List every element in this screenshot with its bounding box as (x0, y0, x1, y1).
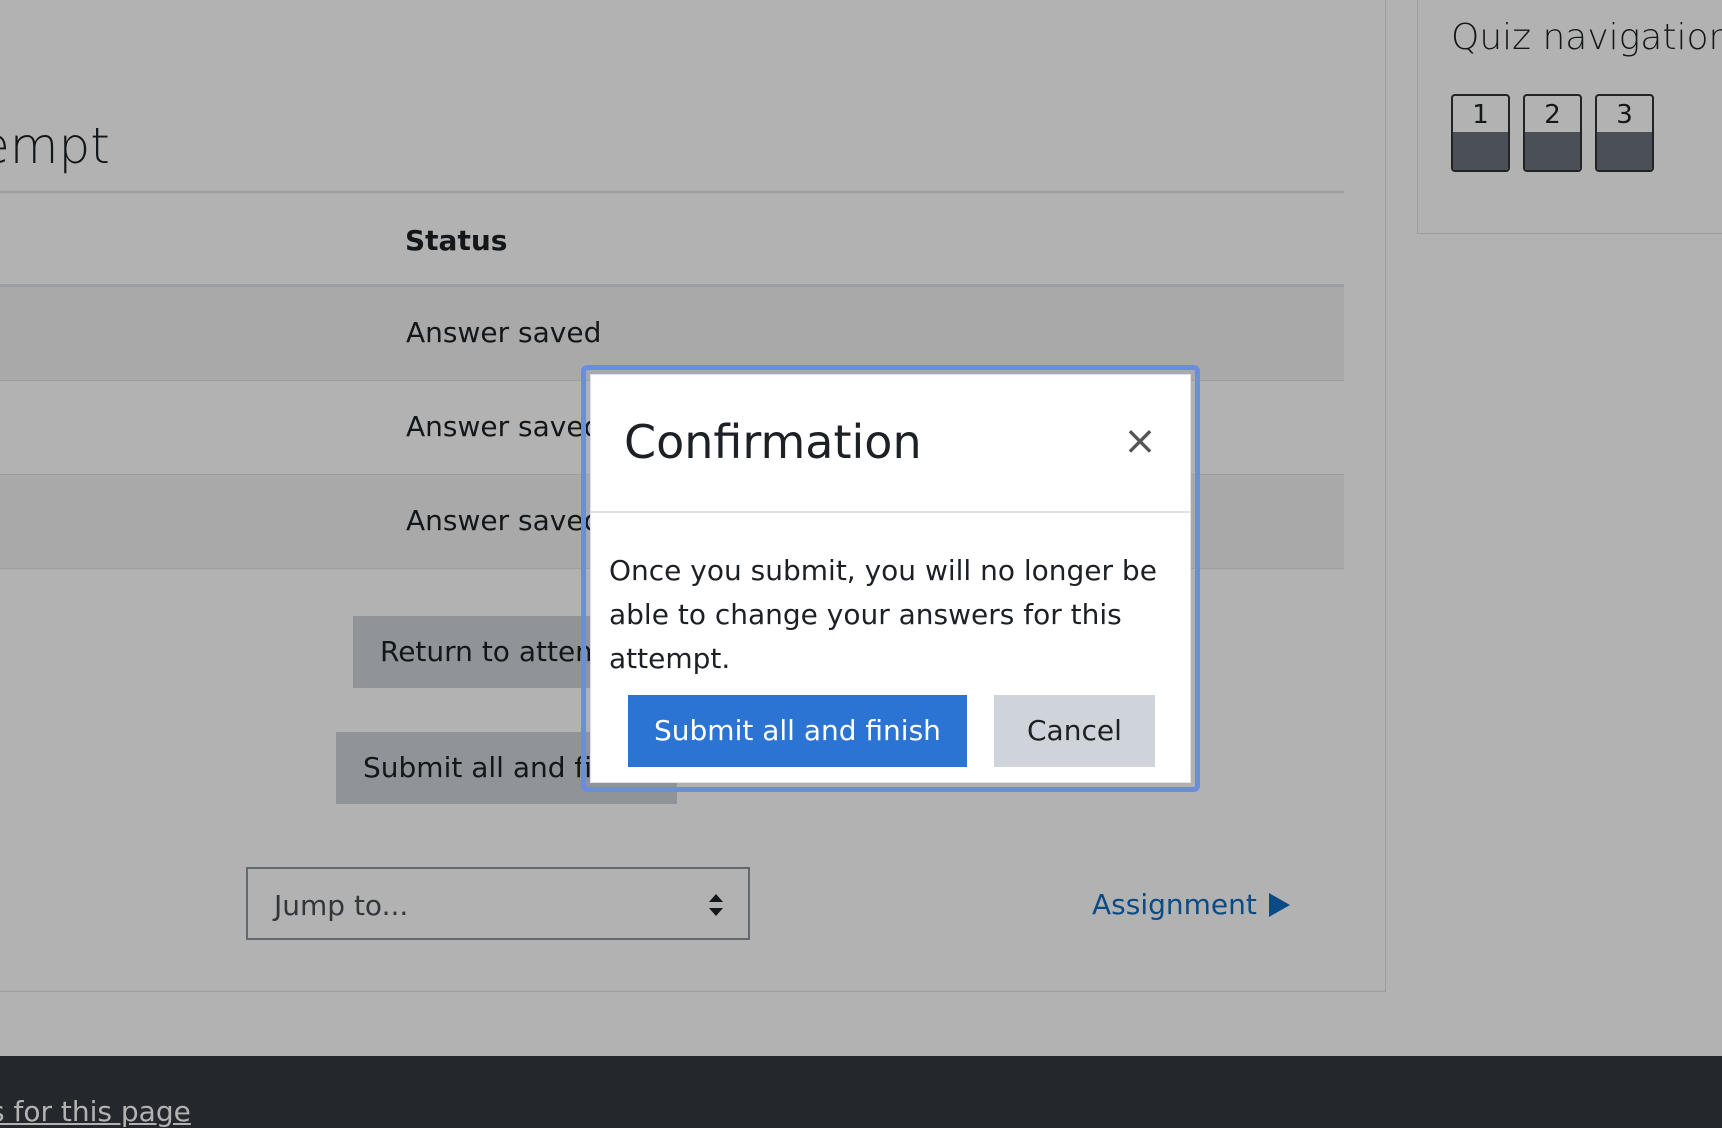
modal-header: Confirmation × (591, 375, 1190, 513)
modal-title: Confirmation (624, 415, 922, 469)
confirm-submit-button[interactable]: Submit all and finish (628, 695, 967, 767)
quiz-summary-page: empt Status Answer saved Answer saved An… (0, 0, 1722, 1128)
modal-body-text: Once you submit, you will no longer be a… (609, 554, 1157, 675)
confirmation-dialog: Confirmation × Once you submit, you will… (590, 374, 1191, 783)
cancel-button[interactable]: Cancel (994, 695, 1155, 767)
close-icon[interactable]: × (1122, 421, 1158, 461)
